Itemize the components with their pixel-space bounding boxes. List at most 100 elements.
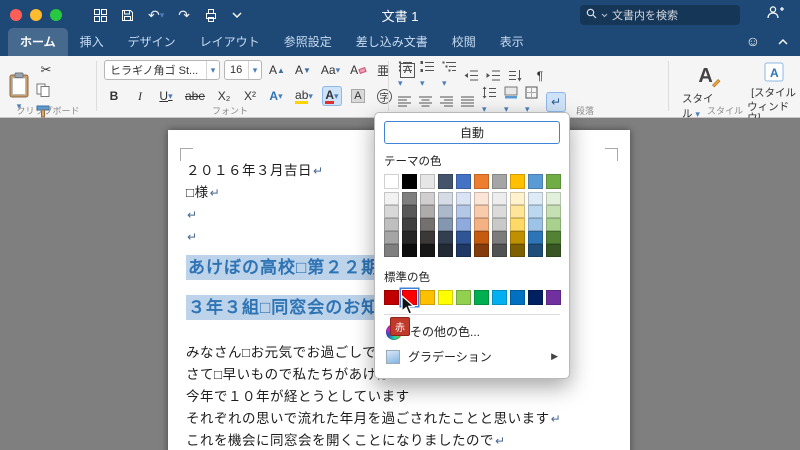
toolbar-options-chevron-icon[interactable] bbox=[232, 12, 242, 18]
color-swatch[interactable] bbox=[528, 205, 543, 218]
ribbon-grid-icon[interactable] bbox=[94, 8, 107, 22]
color-swatch[interactable] bbox=[528, 174, 543, 189]
more-colors-item[interactable]: その他の色... bbox=[384, 319, 560, 344]
decrease-indent-button[interactable] bbox=[464, 69, 479, 82]
doc-line[interactable]: それぞれの思いで流れた年月を過ごされたことと思います↵ bbox=[186, 408, 630, 430]
color-swatch[interactable] bbox=[546, 174, 561, 189]
automatic-color-button[interactable]: 自動 bbox=[384, 121, 560, 144]
color-swatch[interactable] bbox=[456, 231, 471, 244]
cut-icon[interactable]: ✂ bbox=[36, 60, 56, 80]
align-right-button[interactable] bbox=[440, 95, 454, 108]
color-swatch[interactable] bbox=[474, 218, 489, 231]
color-swatch[interactable] bbox=[438, 244, 453, 257]
tab-home[interactable]: ホーム bbox=[8, 28, 68, 56]
color-swatch[interactable] bbox=[528, 244, 543, 257]
align-center-button[interactable] bbox=[419, 95, 433, 108]
shrink-font-button[interactable]: A ▼ bbox=[292, 60, 314, 80]
justify-button[interactable] bbox=[461, 95, 475, 108]
color-swatch[interactable] bbox=[420, 231, 435, 244]
color-swatch[interactable] bbox=[420, 205, 435, 218]
color-swatch[interactable] bbox=[420, 290, 435, 305]
doc-line[interactable]: これを機会に同窓会を開くことになりましたので↵ bbox=[186, 430, 630, 450]
minimize-button[interactable] bbox=[30, 9, 42, 21]
tab-review[interactable]: 校閲 bbox=[440, 28, 488, 56]
color-swatch[interactable] bbox=[546, 218, 561, 231]
color-swatch[interactable] bbox=[384, 205, 399, 218]
color-swatch[interactable] bbox=[546, 231, 561, 244]
tab-mailings[interactable]: 差し込み文書 bbox=[344, 28, 440, 56]
save-icon[interactable] bbox=[121, 9, 134, 22]
color-swatch[interactable] bbox=[438, 174, 453, 189]
color-swatch[interactable] bbox=[474, 244, 489, 257]
tab-references[interactable]: 参照設定 bbox=[272, 28, 344, 56]
color-swatch[interactable] bbox=[528, 290, 543, 305]
color-swatch[interactable] bbox=[492, 174, 507, 189]
highlight-button[interactable]: ab bbox=[292, 86, 316, 106]
color-swatch[interactable] bbox=[402, 174, 417, 189]
paragraph-mark-button[interactable]: ¶ bbox=[530, 66, 550, 86]
color-swatch[interactable] bbox=[438, 290, 453, 305]
color-swatch[interactable] bbox=[384, 231, 399, 244]
font-size-combo[interactable]: 16 bbox=[224, 60, 262, 80]
color-swatch[interactable] bbox=[456, 205, 471, 218]
color-swatch[interactable] bbox=[420, 218, 435, 231]
color-swatch[interactable] bbox=[456, 244, 471, 257]
color-swatch[interactable] bbox=[438, 218, 453, 231]
color-swatch[interactable] bbox=[384, 218, 399, 231]
color-swatch[interactable] bbox=[438, 192, 453, 205]
color-swatch[interactable] bbox=[528, 192, 543, 205]
color-swatch[interactable] bbox=[420, 192, 435, 205]
color-swatch[interactable] bbox=[492, 244, 507, 257]
tab-layout[interactable]: レイアウト bbox=[188, 28, 272, 56]
color-swatch[interactable] bbox=[384, 192, 399, 205]
underline-button[interactable]: U bbox=[156, 86, 176, 106]
color-swatch[interactable] bbox=[402, 192, 417, 205]
grow-font-button[interactable]: A ▲ bbox=[266, 60, 288, 80]
print-icon[interactable] bbox=[204, 8, 218, 22]
color-swatch[interactable] bbox=[510, 205, 525, 218]
share-person-icon[interactable] bbox=[766, 5, 784, 19]
color-swatch[interactable] bbox=[474, 231, 489, 244]
color-swatch[interactable] bbox=[492, 290, 507, 305]
bold-button[interactable]: B bbox=[104, 86, 124, 106]
color-swatch[interactable] bbox=[402, 244, 417, 257]
italic-button[interactable]: I bbox=[130, 86, 150, 106]
font-color-button[interactable]: A bbox=[321, 86, 342, 106]
enclose-characters-button[interactable]: 字 bbox=[374, 86, 395, 106]
color-swatch[interactable] bbox=[546, 192, 561, 205]
color-swatch[interactable] bbox=[546, 290, 561, 305]
color-swatch[interactable] bbox=[438, 205, 453, 218]
color-swatch[interactable] bbox=[456, 218, 471, 231]
color-swatch[interactable] bbox=[420, 174, 435, 189]
superscript-button[interactable]: X² bbox=[240, 86, 260, 106]
search-input[interactable]: 文書内を検索 bbox=[580, 5, 740, 25]
tab-design[interactable]: デザイン bbox=[116, 28, 188, 56]
color-swatch[interactable] bbox=[402, 218, 417, 231]
color-swatch[interactable] bbox=[510, 174, 525, 189]
color-swatch[interactable] bbox=[474, 205, 489, 218]
color-swatch[interactable] bbox=[474, 192, 489, 205]
feedback-smiley-icon[interactable]: ☺ bbox=[746, 33, 760, 49]
redo-icon[interactable]: ↷ bbox=[178, 8, 190, 22]
gradient-item[interactable]: グラデーション ▶ bbox=[384, 344, 560, 369]
color-swatch[interactable] bbox=[510, 290, 525, 305]
copy-icon[interactable] bbox=[36, 83, 56, 102]
color-swatch[interactable] bbox=[384, 290, 399, 305]
increase-indent-button[interactable] bbox=[486, 69, 501, 82]
text-effects-button[interactable]: A bbox=[266, 86, 286, 106]
color-swatch[interactable] bbox=[492, 231, 507, 244]
doc-line[interactable]: 今年で１０年が経とうとしています bbox=[186, 386, 630, 408]
font-name-combo[interactable]: ヒラギノ角ゴ St... bbox=[104, 60, 220, 80]
zoom-button[interactable] bbox=[50, 9, 62, 21]
color-swatch[interactable] bbox=[402, 205, 417, 218]
color-swatch[interactable] bbox=[492, 192, 507, 205]
color-swatch[interactable] bbox=[456, 174, 471, 189]
color-swatch[interactable] bbox=[420, 244, 435, 257]
color-swatch[interactable] bbox=[384, 174, 399, 189]
color-swatch[interactable] bbox=[528, 218, 543, 231]
tab-view[interactable]: 表示 bbox=[488, 28, 536, 56]
color-swatch[interactable] bbox=[510, 192, 525, 205]
color-swatch[interactable] bbox=[456, 290, 471, 305]
align-left-button[interactable] bbox=[398, 95, 412, 108]
color-swatch[interactable] bbox=[456, 192, 471, 205]
